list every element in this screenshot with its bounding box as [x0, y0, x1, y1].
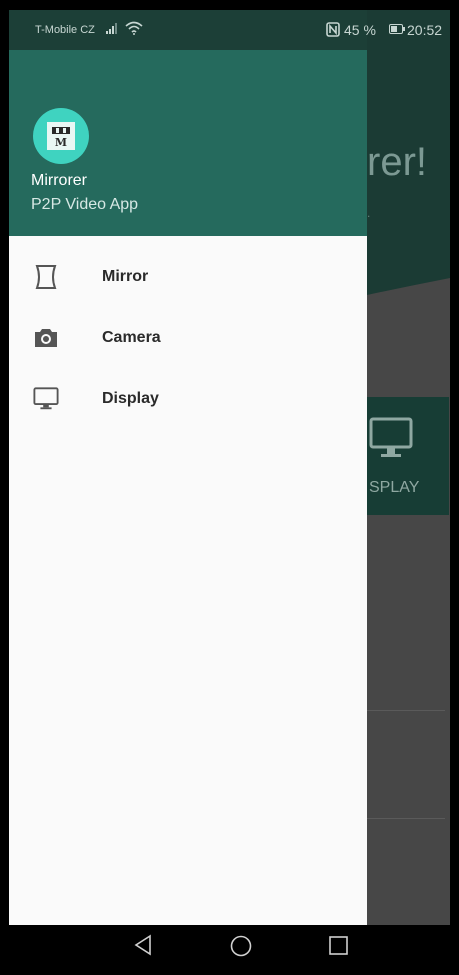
app-logo-avatar: M [33, 108, 89, 164]
navigation-drawer: M Mirrorer P2P Video App Mirror Camera D… [9, 10, 367, 965]
menu-item-display[interactable]: Display [9, 368, 367, 429]
carrier-name: T-Mobile CZ [35, 24, 95, 36]
background-divider [367, 710, 445, 711]
home-icon[interactable] [230, 935, 252, 957]
battery-icon [389, 24, 405, 34]
status-bar: T-Mobile CZ 45 % 20:52 [9, 10, 450, 50]
signal-icon [106, 23, 117, 34]
status-clock: 20:52 [407, 22, 443, 38]
camera-icon [35, 329, 57, 347]
back-icon[interactable] [133, 934, 153, 956]
menu-item-mirror[interactable]: Mirror [9, 246, 367, 307]
mirror-icon [35, 265, 57, 289]
background-title: rer! [367, 140, 427, 184]
nfc-icon [326, 22, 340, 37]
drawer-menu: Mirror Camera Display [9, 246, 367, 429]
menu-item-camera[interactable]: Camera [9, 307, 367, 368]
background-display-label: SPLAY [369, 479, 420, 496]
svg-text:M: M [55, 136, 67, 149]
app-subtitle: P2P Video App [31, 196, 139, 213]
monitor-icon [369, 417, 413, 457]
monitor-icon [33, 387, 59, 410]
app-name: Mirrorer [31, 172, 87, 189]
background-subtitle: . [367, 206, 371, 220]
menu-item-label: Mirror [102, 268, 149, 285]
background-divider [367, 818, 445, 819]
battery-percentage: 45 % [344, 22, 376, 38]
wifi-icon [125, 21, 143, 35]
recents-icon[interactable] [329, 936, 348, 955]
mirrorer-logo-icon: M [47, 122, 75, 150]
system-navigation-bar [9, 925, 450, 965]
menu-item-label: Display [102, 390, 159, 407]
phone-screen: rer! . SPLAY M Mirrorer P2P Video App Mi… [9, 10, 450, 965]
menu-item-label: Camera [102, 329, 161, 346]
